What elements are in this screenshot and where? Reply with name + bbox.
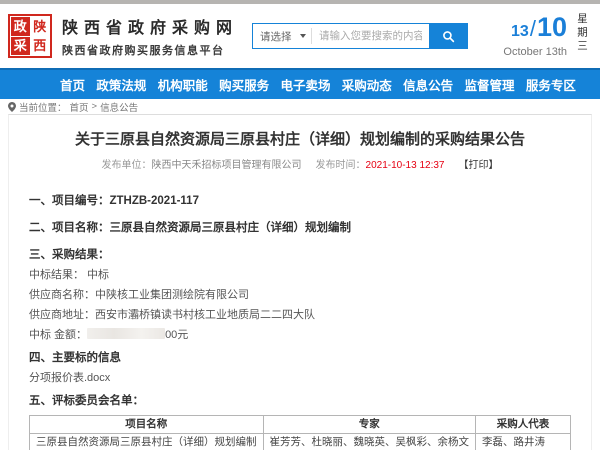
- print-button[interactable]: 【打印】: [458, 160, 498, 171]
- logo-char: 西: [31, 37, 50, 56]
- supplier-name-line: 供应商名称：中陕核工业集团测绘院有限公司: [29, 288, 571, 302]
- weekday-label: 星期三: [575, 13, 590, 59]
- search-category-select[interactable]: 请选择: [253, 24, 311, 48]
- publisher-value: 陕西中天禾招标项目管理有限公司: [152, 160, 302, 171]
- logo-char: 政: [11, 17, 30, 36]
- location-pin-icon: [8, 102, 16, 112]
- article-meta: 发布单位：陕西中天禾招标项目管理有限公司 发布时间：2021-10-13 12:3…: [29, 160, 571, 172]
- breadcrumb-current: 信息公告: [100, 100, 138, 114]
- search-button[interactable]: [429, 24, 467, 48]
- search-icon: [442, 30, 455, 43]
- date-numeric: 13/10: [503, 14, 567, 45]
- site-header: 政 陕 采 西 陕西省政府采购网 陕西省政府购买服务信息平台 请选择 13/10…: [0, 4, 600, 68]
- bid-result-line: 中标结果： 中标: [29, 268, 571, 282]
- bid-amount-suffix: 00元: [165, 329, 188, 341]
- publisher-label: 发布单位：: [102, 160, 152, 171]
- breadcrumb-prefix: 当前位置：: [19, 100, 67, 114]
- table-row: 三原县自然资源局三原县村庄（详细）规划编制 崔芳芳、杜晓丽、魏晓英、吴枫彩、余杨…: [30, 434, 571, 450]
- cell-experts: 崔芳芳、杜晓丽、魏晓英、吴枫彩、余杨文: [263, 434, 476, 450]
- article-title: 关于三原县自然资源局三原县村庄（详细）规划编制的采购结果公告: [29, 130, 571, 150]
- nav-item-home[interactable]: 首页: [60, 75, 85, 94]
- committee-table: 项目名称 专家 采购人代表 三原县自然资源局三原县村庄（详细）规划编制 崔芳芳、…: [29, 415, 571, 450]
- supplier-address-line: 供应商地址：西安市灞桥镇读书村核工业地质局二二四大队: [29, 308, 571, 322]
- date-block: 13/10 October 13th: [503, 14, 567, 58]
- section-result-heading: 三、采购结果：: [29, 248, 571, 262]
- col-purchaser-reps: 采购人代表: [476, 416, 571, 434]
- cell-purchaser-reps: 李磊、路井涛: [476, 434, 571, 450]
- logo-char: 采: [11, 37, 30, 56]
- date-day: 13: [511, 23, 529, 40]
- date-widget: 13/10 October 13th 星期三: [503, 13, 590, 59]
- publish-time-label: 发布时间：: [316, 160, 366, 171]
- nav-item-announcements[interactable]: 信息公告: [403, 75, 453, 94]
- bid-amount-line: 中标 金额： 00元: [29, 328, 571, 342]
- date-separator: /: [530, 16, 536, 41]
- publish-time-value: 2021-10-13 12:37: [366, 160, 445, 171]
- logo-char: 陕: [31, 17, 50, 36]
- col-experts: 专家: [263, 416, 476, 434]
- section-committee-heading: 五、评标委员会名单：: [29, 394, 571, 408]
- breadcrumb-home-link[interactable]: 首页: [70, 100, 89, 114]
- site-titles: 陕西省政府采购网 陕西省政府购买服务信息平台: [62, 14, 238, 58]
- section-subject-info: 四、主要标的信息: [29, 351, 571, 365]
- search-input[interactable]: [312, 24, 429, 48]
- nav-item-emall[interactable]: 电子卖场: [280, 75, 330, 94]
- search-bar: 请选择: [252, 23, 468, 49]
- redacted-amount: [87, 328, 165, 339]
- col-project-name: 项目名称: [30, 416, 264, 434]
- main-navigation: 首页 政策法规 机构职能 购买服务 电子卖场 采购动态 信息公告 监督管理 服务…: [0, 68, 600, 99]
- nav-item-trends[interactable]: 采购动态: [342, 75, 392, 94]
- site-subtitle: 陕西省政府购买服务信息平台: [62, 42, 238, 58]
- nav-item-services[interactable]: 服务专区: [526, 75, 576, 94]
- nav-item-supervision[interactable]: 监督管理: [465, 75, 515, 94]
- site-logo: 政 陕 采 西: [8, 14, 52, 58]
- breadcrumb: 当前位置： 首页 > 信息公告: [0, 99, 600, 114]
- cell-project-name: 三原县自然资源局三原县村庄（详细）规划编制: [30, 434, 264, 450]
- date-english: October 13th: [503, 46, 567, 58]
- date-month: 10: [537, 12, 567, 42]
- section-project-name: 二、项目名称：三原县自然资源局三原县村庄（详细）规划编制: [29, 221, 571, 235]
- table-header-row: 项目名称 专家 采购人代表: [30, 416, 571, 434]
- site-name: 陕西省政府采购网: [62, 14, 238, 38]
- breadcrumb-separator: >: [92, 101, 98, 112]
- nav-item-policies[interactable]: 政策法规: [96, 75, 146, 94]
- bid-amount-label: 中标 金额：: [29, 329, 87, 341]
- search-select-label: 请选择: [260, 29, 292, 44]
- attachment-link[interactable]: 分项报价表.docx: [29, 371, 571, 385]
- article-card: 关于三原县自然资源局三原县村庄（详细）规划编制的采购结果公告 发布单位：陕西中天…: [8, 114, 592, 450]
- nav-item-functions[interactable]: 机构职能: [158, 75, 208, 94]
- chevron-down-icon: [300, 34, 306, 38]
- nav-item-purchase[interactable]: 购买服务: [219, 75, 269, 94]
- section-project-number: 一、项目编号：ZTHZB-2021-117: [29, 194, 571, 208]
